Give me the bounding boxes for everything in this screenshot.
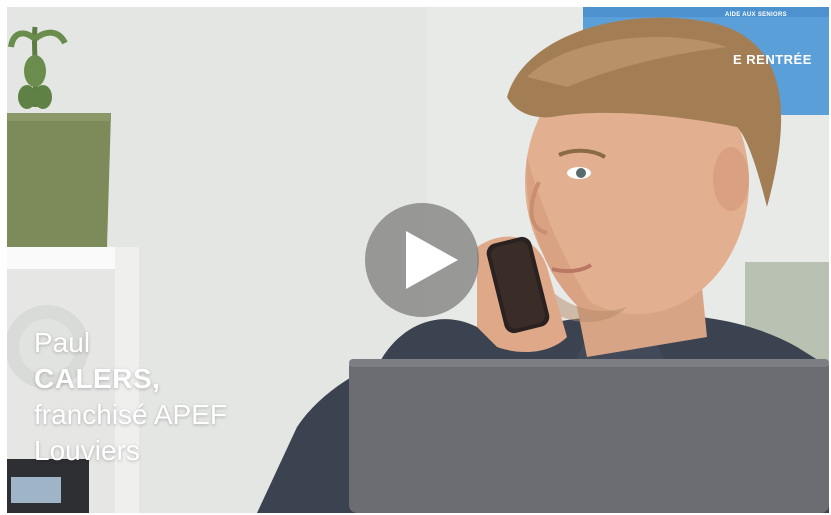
caption-last-name: CALERS, [34, 363, 161, 394]
play-button[interactable] [365, 203, 479, 317]
video-caption: Paul CALERS, franchisé APEF Louviers [34, 325, 227, 469]
caption-city: Louviers [34, 435, 140, 466]
poster-headline: E RENTRÉE [733, 52, 812, 67]
poster-small-text: AIDE AUX SENIORS [725, 12, 787, 18]
caption-first-name: Paul [34, 327, 91, 358]
video-player[interactable]: AIDE AUX SENIORS E RENTRÉE Paul CALERS, … [7, 7, 829, 513]
play-icon [406, 231, 458, 289]
caption-role: franchisé APEF [34, 399, 227, 430]
